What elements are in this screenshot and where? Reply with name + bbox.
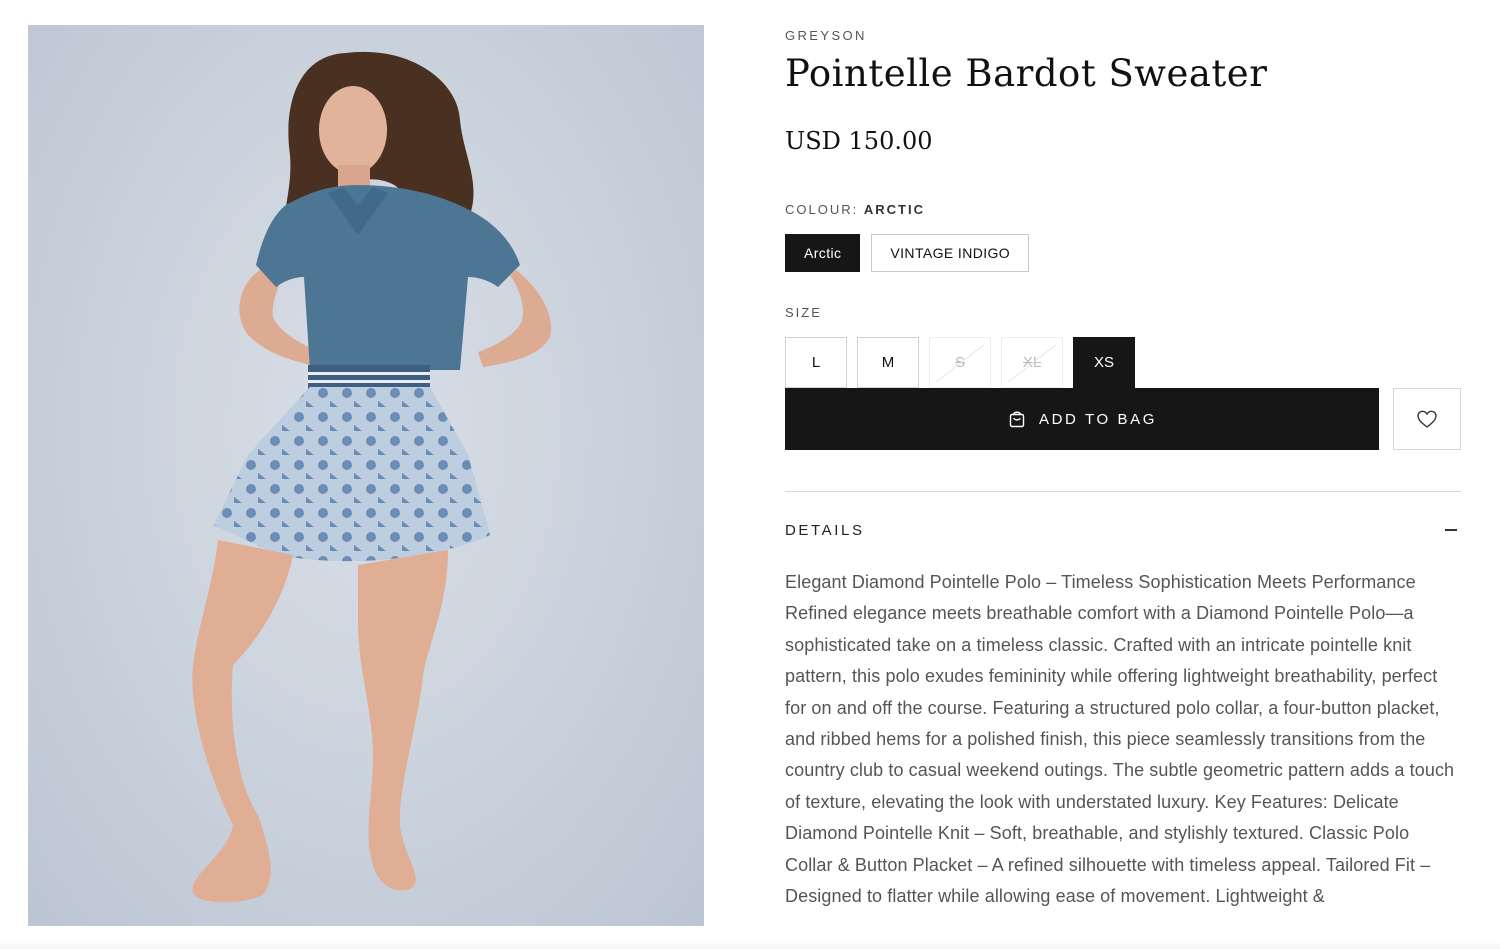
size-option-m-label: M bbox=[881, 354, 895, 371]
colour-option-vintage-indigo[interactable]: VINTAGE INDIGO bbox=[871, 234, 1030, 272]
minus-icon bbox=[1445, 529, 1457, 531]
size-option-m[interactable]: M bbox=[857, 337, 919, 388]
details-accordion-toggle[interactable]: DETAILS bbox=[785, 505, 1461, 555]
colour-label: COLOUR: ARCTIC bbox=[785, 202, 925, 217]
colour-label-text: COLOUR: bbox=[785, 202, 859, 217]
wishlist-button[interactable] bbox=[1393, 388, 1461, 450]
shopping-bag-icon bbox=[1009, 411, 1025, 428]
product-title: Pointelle Bardot Sweater bbox=[785, 52, 1268, 95]
size-option-s-label: S bbox=[954, 354, 965, 371]
add-to-bag-label: ADD TO BAG bbox=[1039, 410, 1157, 428]
product-image[interactable] bbox=[28, 25, 704, 926]
size-label: SIZE bbox=[785, 305, 822, 320]
colour-option-arctic[interactable]: Arctic bbox=[785, 234, 861, 272]
size-option-l[interactable]: L bbox=[785, 337, 847, 388]
size-option-xl[interactable]: XL bbox=[1001, 337, 1063, 388]
selected-colour: ARCTIC bbox=[863, 202, 925, 217]
product-description: Elegant Diamond Pointelle Polo – Timeles… bbox=[785, 572, 1455, 907]
size-option-s[interactable]: S bbox=[929, 337, 991, 388]
size-option-xl-label: XL bbox=[1022, 354, 1042, 371]
product-price: USD 150.00 bbox=[785, 127, 933, 155]
size-options: L M S XL XS bbox=[785, 337, 1135, 388]
bottom-edge-shade bbox=[0, 941, 1500, 949]
details-title: DETAILS bbox=[785, 521, 865, 539]
colour-options: Arctic VINTAGE INDIGO bbox=[785, 234, 1030, 272]
add-to-bag-button[interactable]: ADD TO BAG bbox=[785, 388, 1379, 450]
brand-name[interactable]: GREYSON bbox=[785, 28, 867, 43]
heart-icon bbox=[1417, 410, 1437, 428]
section-divider bbox=[785, 491, 1461, 492]
product-photo-illustration bbox=[192, 51, 552, 903]
size-option-l-label: L bbox=[811, 354, 821, 371]
size-option-xs-label: XS bbox=[1093, 354, 1114, 371]
size-option-xs[interactable]: XS bbox=[1073, 337, 1135, 388]
